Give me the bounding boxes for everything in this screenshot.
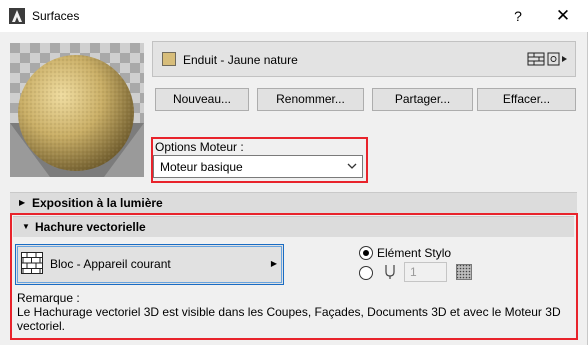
close-button[interactable]: ✕: [551, 4, 575, 28]
new-button[interactable]: Nouveau...: [155, 88, 249, 111]
brick-pattern-icon: [527, 52, 545, 66]
radio-element-pen-label: Elément Stylo: [377, 246, 452, 260]
section-vector-hatch-header[interactable]: ▼ Hachure vectorielle: [13, 216, 574, 237]
rename-button[interactable]: Renommer...: [257, 88, 364, 111]
material-preview: [10, 43, 144, 177]
title-bar: Surfaces ? ✕: [0, 0, 588, 32]
remark-text: Le Hachurage vectoriel 3D est visible da…: [17, 305, 561, 333]
engine-select-value: Moteur basique: [160, 160, 243, 174]
expand-right-icon: ▶: [19, 198, 26, 207]
engine-options-label: Options Moteur :: [155, 140, 244, 154]
fill-type-selector[interactable]: Bloc - Appareil courant ▶: [15, 244, 284, 285]
archicad-app-icon: [9, 8, 25, 24]
window-title: Surfaces: [32, 9, 80, 23]
radio-element-pen[interactable]: [359, 246, 373, 260]
section-exposure-header[interactable]: ▶ Exposition à la lumière: [10, 192, 577, 213]
material-name: Enduit - Jaune nature: [183, 53, 298, 67]
expand-down-icon: ▼: [22, 222, 30, 231]
pen-color-swatch-icon[interactable]: [456, 264, 472, 280]
engine-select[interactable]: Moteur basique: [153, 155, 363, 178]
texture-icon: [547, 52, 560, 66]
surfaces-dialog: Surfaces ? ✕ Enduit - Jaune nature Nouve…: [0, 0, 588, 345]
section-vector-hatch-label: Hachure vectorielle: [35, 220, 146, 234]
chevron-down-icon: [347, 163, 357, 169]
section-exposure-label: Exposition à la lumière: [32, 196, 163, 210]
pen-icon: [385, 265, 395, 279]
help-button[interactable]: ?: [508, 6, 528, 26]
brick-fill-icon: [21, 252, 43, 274]
fill-type-name: Bloc - Appareil courant: [50, 257, 171, 271]
remark-title: Remarque :: [17, 291, 80, 305]
dropdown-arrow-icon: [562, 56, 567, 62]
material-selector[interactable]: Enduit - Jaune nature: [152, 41, 576, 77]
radio-custom-pen[interactable]: [359, 266, 373, 280]
pen-number-field[interactable]: 1: [404, 262, 447, 282]
remark-block: Remarque : Le Hachurage vectoriel 3D est…: [17, 291, 567, 333]
material-color-swatch: [162, 52, 176, 66]
expand-right-icon: ▶: [270, 259, 277, 268]
share-button[interactable]: Partager...: [372, 88, 473, 111]
material-settings-icons[interactable]: [527, 51, 569, 67]
delete-button[interactable]: Effacer...: [477, 88, 576, 111]
